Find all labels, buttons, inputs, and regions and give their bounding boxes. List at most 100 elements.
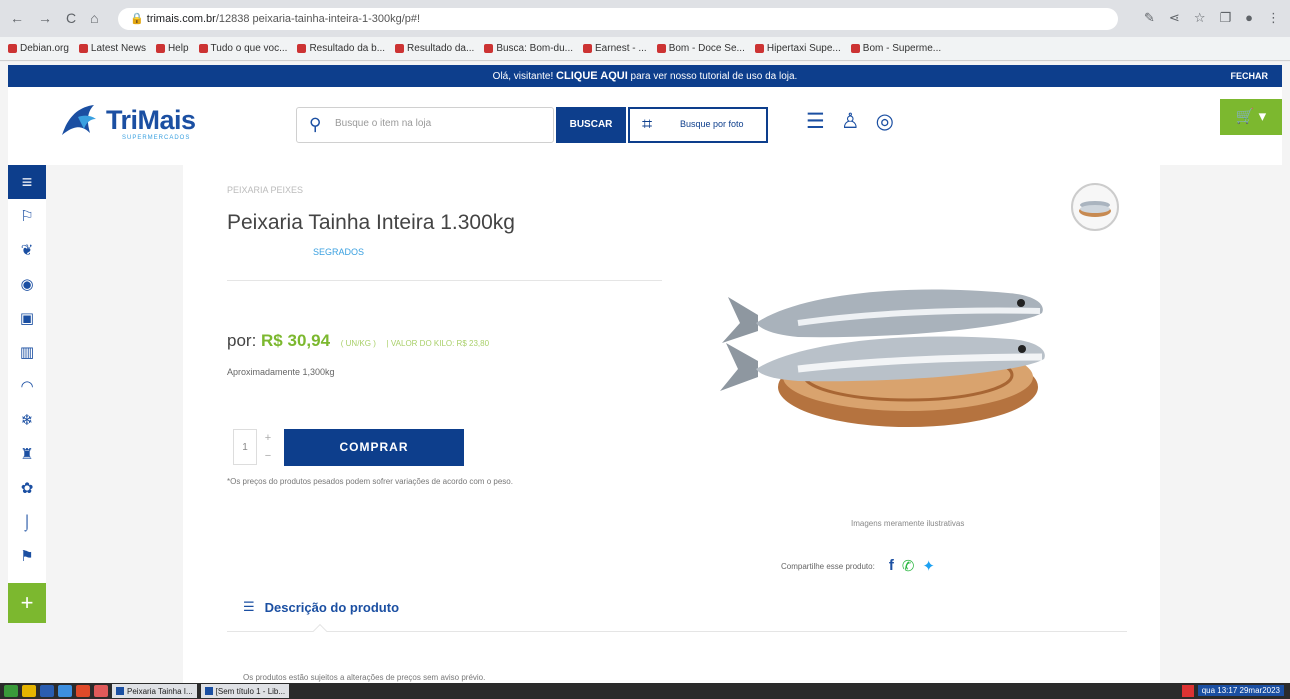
description-tab[interactable]: ☰ Descrição do produto xyxy=(243,599,399,615)
header-icons: ☰ ♙ ◎ xyxy=(806,109,894,134)
banner-close-button[interactable]: FECHAR xyxy=(1231,65,1269,87)
share-label: Compartilhe esse produto: xyxy=(781,561,875,571)
bookmark-item[interactable]: Earnest - ... xyxy=(583,42,647,55)
taskbar-window-writer[interactable]: [Sem título 1 - Lib... xyxy=(200,684,290,698)
browser-window-icon xyxy=(116,687,124,695)
taskbar-window-label: Peixaria Tainha I... xyxy=(127,686,193,696)
bookmark-label: Hipertaxi Supe... xyxy=(766,43,841,54)
category-cleaning-icon[interactable]: ✿ xyxy=(8,471,46,505)
description-pointer xyxy=(312,623,328,639)
support-icon[interactable]: ◎ xyxy=(876,109,894,134)
cart-button[interactable]: 🛒 ▾ xyxy=(1220,99,1282,135)
banner-text: Olá, visitante! xyxy=(492,71,554,82)
tab-icon[interactable]: ❐ xyxy=(1219,10,1231,26)
category-dairy-icon[interactable]: ▥ xyxy=(8,335,46,369)
bookmark-label: Resultado da... xyxy=(407,43,475,54)
breadcrumb[interactable]: PEIXARIA PEIXES xyxy=(227,185,303,195)
category-pet-icon[interactable]: ⚑ xyxy=(8,539,46,573)
search-placeholder: Busque o item na loja xyxy=(335,118,432,129)
bookmark-label: Latest News xyxy=(90,43,146,54)
category-drinks-icon[interactable]: ♜ xyxy=(8,437,46,471)
bookmark-favicon-icon xyxy=(850,44,860,53)
bookmark-item[interactable]: Latest News xyxy=(78,42,146,55)
facebook-icon[interactable]: f xyxy=(889,557,894,575)
description-divider xyxy=(227,631,1127,632)
system-clock: qua 13:17 29mar2023 xyxy=(1197,685,1284,696)
files-icon[interactable] xyxy=(22,685,36,697)
list-icon[interactable]: ☰ xyxy=(806,109,825,134)
product-brand-link[interactable]: SEGRADOS xyxy=(313,247,364,257)
product-image[interactable] xyxy=(718,265,1048,445)
nav-buttons: ← → C ⌂ xyxy=(10,10,99,26)
increment-icon[interactable]: + xyxy=(257,429,279,447)
notification-icon[interactable] xyxy=(1182,685,1194,697)
taskbar-window-label: [Sem título 1 - Lib... xyxy=(215,686,286,696)
category-hygiene-icon[interactable]: ⌡ xyxy=(8,505,46,539)
bookmark-label: Busca: Bom-du... xyxy=(496,43,574,54)
back-icon[interactable]: ← xyxy=(10,10,24,26)
category-meat-icon[interactable]: ◉ xyxy=(8,267,46,301)
bookmark-item[interactable]: Bom - Superme... xyxy=(850,42,941,55)
category-produce-icon[interactable]: ❦ xyxy=(8,233,46,267)
bookmark-item[interactable]: Tudo o que voc... xyxy=(198,42,288,55)
decrement-icon[interactable]: − xyxy=(257,447,279,465)
more-categories-button[interactable]: + xyxy=(8,583,46,623)
whatsapp-icon[interactable]: ✆ xyxy=(902,557,915,575)
price-block: por: R$ 30,94 ( UN/KG ) | VALOR DO KILO:… xyxy=(227,331,489,351)
product-thumbnail[interactable] xyxy=(1071,183,1119,231)
reload-icon[interactable]: C xyxy=(66,10,76,26)
terminal-icon[interactable] xyxy=(40,685,54,697)
fish-thumbnail-icon xyxy=(1079,201,1111,217)
start-menu-icon[interactable] xyxy=(4,685,18,697)
price-prefix: por: xyxy=(227,331,262,350)
social-links: f ✆ ✦ xyxy=(889,557,935,575)
quantity-field[interactable]: 1 xyxy=(233,429,257,465)
site-logo[interactable]: TriMais SUPERMERCADOS xyxy=(60,103,196,141)
cart-icon: 🛒 xyxy=(1235,108,1255,125)
bookmark-item[interactable]: Help xyxy=(155,42,189,55)
bookmark-favicon-icon xyxy=(8,44,17,53)
home-icon[interactable]: ⌂ xyxy=(90,10,98,26)
bookmark-label: Earnest - ... xyxy=(595,43,647,54)
category-fish-icon[interactable]: ◠ xyxy=(8,369,46,403)
photo-search-button[interactable]: ⌗ Busque por foto xyxy=(628,107,768,143)
share-icon[interactable]: ⋖ xyxy=(1169,10,1180,26)
divider xyxy=(227,280,662,281)
bookmark-item[interactable]: Debian.org xyxy=(8,42,69,55)
category-frozen-icon[interactable]: ❄ xyxy=(8,403,46,437)
address-bar[interactable]: 🔒 trimais.com.br/12838 peixaria-tainha-i… xyxy=(118,8,1118,30)
banner-text-after: para ver nosso tutorial de uso da loja. xyxy=(627,71,798,82)
buy-button[interactable]: COMPRAR xyxy=(284,429,464,466)
forward-icon[interactable]: → xyxy=(38,10,52,26)
price-disclaimer: *Os preços do produtos pesados podem sof… xyxy=(227,477,513,486)
banner-cta-link[interactable]: CLIQUE AQUI xyxy=(556,70,628,82)
extension-icons: ✎ ⋖ ☆ ❐ ● ⋮ xyxy=(1144,10,1280,26)
bookmark-item[interactable]: Hipertaxi Supe... xyxy=(754,42,841,55)
menu-icon[interactable]: ≡ xyxy=(8,165,46,199)
extension-icon[interactable]: ✎ xyxy=(1144,10,1155,26)
description-list-icon: ☰ xyxy=(243,599,255,614)
taskbar-window-browser[interactable]: Peixaria Tainha I... xyxy=(112,684,197,698)
office-icon[interactable] xyxy=(94,685,108,697)
search-button[interactable]: BUSCAR xyxy=(556,107,626,143)
category-grocery-icon[interactable]: ▣ xyxy=(8,301,46,335)
browser-launcher-icon[interactable] xyxy=(58,685,72,697)
bookmark-favicon-icon xyxy=(155,44,165,53)
bookmark-favicon-icon xyxy=(656,44,666,53)
bookmark-item[interactable]: Busca: Bom-du... xyxy=(484,42,573,55)
user-icon[interactable]: ♙ xyxy=(841,109,860,134)
bookmark-item[interactable]: Resultado da b... xyxy=(297,42,385,55)
firefox-icon[interactable] xyxy=(76,685,90,697)
kebab-menu-icon[interactable]: ⋮ xyxy=(1267,10,1280,26)
star-icon[interactable]: ☆ xyxy=(1194,10,1206,26)
bookmark-label: Tudo o que voc... xyxy=(210,43,288,54)
bookmark-item[interactable]: Bom - Doce Se... xyxy=(656,42,745,55)
share-block: Compartilhe esse produto: f ✆ ✦ xyxy=(781,557,935,575)
quantity-stepper[interactable]: 1 + − xyxy=(233,429,283,465)
category-bakery-icon[interactable]: ⚐ xyxy=(8,199,46,233)
profile-icon[interactable]: ● xyxy=(1245,10,1253,26)
search-input[interactable]: ⚲ Busque o item na loja xyxy=(296,107,554,143)
bookmark-item[interactable]: Resultado da... xyxy=(395,42,474,55)
cart-dropdown-icon: ▾ xyxy=(1258,108,1267,125)
twitter-icon[interactable]: ✦ xyxy=(922,557,935,575)
